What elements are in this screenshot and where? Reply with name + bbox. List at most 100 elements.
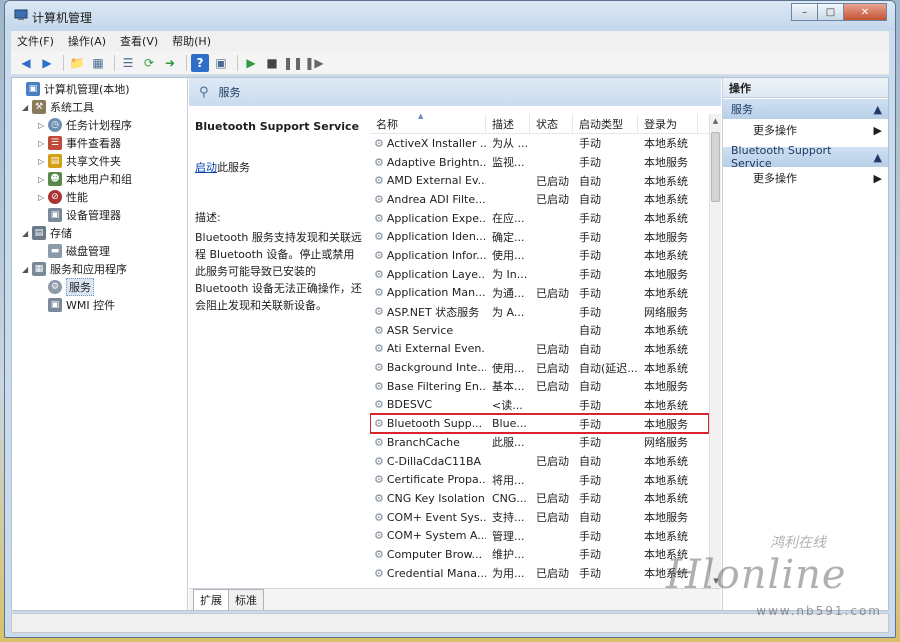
pause-icon[interactable]: ❚❚ <box>283 54 303 72</box>
tree-item-disk-management[interactable]: ▬ 磁盘管理 <box>48 242 110 260</box>
expand-arrow-icon[interactable]: ▷ <box>38 157 48 166</box>
tree-item-event-viewer[interactable]: ▷ ☰ 事件查看器 <box>38 134 121 152</box>
table-row[interactable]: ⚙ Background Inte... 使用... 已启动 自动(延迟... 本地系统 <box>370 358 709 377</box>
help-icon[interactable]: ? <box>191 53 209 72</box>
table-row[interactable]: ⚙ ASR Service 自动 本地系统 <box>370 321 709 340</box>
table-row[interactable]: ⚙ Application Laye... 为 In... 手动 本地服务 <box>370 265 709 284</box>
stop-icon[interactable]: ■ <box>263 54 281 72</box>
table-row[interactable]: ⚙ Computer Brow... 维护... 手动 本地系统 <box>370 545 709 564</box>
service-description: 使用... <box>492 249 525 263</box>
expand-arrow-icon[interactable]: ▷ <box>38 193 48 202</box>
service-name-text: Application Man... <box>386 286 486 300</box>
expand-arrow-icon[interactable]: ▷ <box>38 175 48 184</box>
table-row[interactable]: ⚙ Credential Mana... 为用... 已启动 手动 本地系统 <box>370 564 709 583</box>
collapse-triangle-icon[interactable]: ▲ <box>874 151 882 164</box>
service-name-text: Adaptive Brightn... <box>386 155 486 169</box>
tree-item-device-manager[interactable]: ▣ 设备管理器 <box>48 206 121 224</box>
forward-icon[interactable]: ▶ <box>38 54 56 72</box>
export-icon[interactable]: ➜ <box>161 54 179 72</box>
table-row[interactable]: ⚙ Application Iden... 确定... 手动 本地服务 <box>370 227 709 246</box>
minimize-button[interactable]: – <box>791 3 818 21</box>
tree-item-wmi-control[interactable]: ▣ WMI 控件 <box>48 296 115 314</box>
table-row[interactable]: ⚙ Base Filtering En... 基本... 已启动 自动 本地服务 <box>370 377 709 396</box>
gear-icon: ⚙ <box>374 136 384 150</box>
console-icon[interactable]: ▣ <box>212 54 230 72</box>
service-name-text: Application Iden... <box>386 230 486 244</box>
vertical-scrollbar[interactable]: ▲ ▼ <box>709 114 721 588</box>
refresh-icon[interactable]: ⟳ <box>140 54 158 72</box>
table-row[interactable]: ⚙ Ati External Even... 已启动 自动 本地系统 <box>370 340 709 359</box>
tree-label: 性能 <box>66 191 88 204</box>
menu-help[interactable]: 帮助(H) <box>172 33 211 49</box>
table-row[interactable]: ⚙ Application Expe... 在应... 手动 本地系统 <box>370 209 709 228</box>
up-folder-icon[interactable]: 📁 <box>68 54 86 72</box>
table-row[interactable]: ⚙ Adaptive Brightn... 监视... 手动 本地服务 <box>370 153 709 172</box>
tree-item-system-tools[interactable]: ◢ ⚒ 系统工具 <box>22 98 94 116</box>
scroll-down-arrow-icon[interactable]: ▼ <box>710 574 722 588</box>
actions-group-bluetooth[interactable]: Bluetooth Support Service ▲ <box>723 144 888 170</box>
title-bar[interactable]: 计算机管理 – □ ✕ <box>5 1 895 31</box>
tree-item-services-and-apps[interactable]: ◢ ▦ 服务和应用程序 <box>22 260 127 278</box>
start-service-link[interactable]: 启动 <box>195 161 217 174</box>
column-header-description[interactable]: 描述 <box>486 114 530 133</box>
tree-item-storage[interactable]: ◢ ▤ 存储 <box>22 224 72 242</box>
tree-item-services[interactable]: ⚙ 服务 <box>48 278 94 296</box>
tab-extended[interactable]: 扩展 <box>193 589 229 610</box>
table-row[interactable]: ⚙ ActiveX Installer ... 为从 ... 手动 本地系统 <box>370 134 709 153</box>
collapse-arrow-icon[interactable]: ◢ <box>22 229 32 238</box>
gear-icon: ⚙ <box>374 379 384 393</box>
collapse-arrow-icon[interactable]: ◢ <box>22 265 32 274</box>
menu-view[interactable]: 查看(V) <box>120 33 158 49</box>
table-row[interactable]: ⚙ BDESVC <读... 手动 本地系统 <box>370 396 709 415</box>
gear-icon: ⚙ <box>374 230 384 244</box>
collapse-arrow-icon[interactable]: ◢ <box>22 103 32 112</box>
table-row[interactable]: ⚙ BranchCache 此服... 手动 网络服务 <box>370 433 709 452</box>
table-row[interactable]: ⚙ COM+ System A... 管理... 手动 本地系统 <box>370 526 709 545</box>
scroll-thumb[interactable] <box>711 132 720 202</box>
service-logon: 本地系统 <box>644 455 688 469</box>
more-actions-bluetooth[interactable]: 更多操作 ▶ <box>723 167 888 189</box>
show-hide-tree-icon[interactable]: ▦ <box>89 54 107 72</box>
table-row[interactable]: ⚙ AMD External Ev... 已启动 自动 本地系统 <box>370 171 709 190</box>
table-row-selected[interactable]: ⚙ Bluetooth Supp... Blue... 手动 本地服务 <box>370 413 709 434</box>
menu-action[interactable]: 操作(A) <box>68 33 106 49</box>
tree-item-local-users[interactable]: ▷ ☻ 本地用户和组 <box>38 170 132 188</box>
properties-icon[interactable]: ☰ <box>119 54 137 72</box>
close-button[interactable]: ✕ <box>843 3 887 21</box>
service-status: 已启动 <box>536 511 569 525</box>
table-row[interactable]: ⚙ COM+ Event Sys... 支持... 已启动 自动 本地服务 <box>370 508 709 527</box>
expand-arrow-icon[interactable]: ▷ <box>38 139 48 148</box>
table-row[interactable]: ⚙ Application Man... 为通... 已启动 手动 本地系统 <box>370 284 709 303</box>
table-row[interactable]: ⚙ C-DillaCdaC11BA 已启动 自动 本地系统 <box>370 452 709 471</box>
table-row[interactable]: ⚙ ASP.NET 状态服务为 A... 手动 网络服务 <box>370 302 709 321</box>
table-row[interactable]: ⚙ Application Infor... 使用... 手动 本地系统 <box>370 246 709 265</box>
table-row[interactable]: ⚙ Andrea ADI Filte... 已启动 自动 本地系统 <box>370 190 709 209</box>
service-name: ⚙ Application Expe... <box>370 212 486 225</box>
tree-item-shared-folders[interactable]: ▷ ▤ 共享文件夹 <box>38 152 121 170</box>
menu-file[interactable]: 文件(F) <box>17 33 54 49</box>
scroll-up-arrow-icon[interactable]: ▲ <box>710 114 721 128</box>
tab-standard[interactable]: 标准 <box>228 589 264 610</box>
column-header-status[interactable]: 状态 <box>530 114 573 133</box>
computer-management-icon <box>14 9 28 20</box>
service-name-text: BranchCache <box>386 435 460 449</box>
back-icon[interactable]: ◀ <box>17 54 35 72</box>
service-name: ⚙ AMD External Ev... <box>370 174 486 187</box>
tree-item-computer-management[interactable]: ▣ 计算机管理(本地) <box>16 80 130 98</box>
more-actions-services[interactable]: 更多操作 ▶ <box>723 119 888 141</box>
tree-item-task-scheduler[interactable]: ▷ ◷ 任务计划程序 <box>38 116 132 134</box>
column-header-startup-type[interactable]: 启动类型 <box>573 114 638 133</box>
maximize-button[interactable]: □ <box>817 3 844 21</box>
tree-item-performance[interactable]: ▷ ⊘ 性能 <box>38 188 88 206</box>
table-row[interactable]: ⚙ Certificate Propa... 将用... 手动 本地系统 <box>370 470 709 489</box>
view-tabs: 扩展 标准 <box>189 588 721 610</box>
collapse-triangle-icon[interactable]: ▲ <box>874 103 882 116</box>
play-icon[interactable]: ▶ <box>242 54 260 72</box>
restart-icon[interactable]: ❚▶ <box>304 54 323 72</box>
column-header-logon-as[interactable]: 登录为 <box>638 114 698 133</box>
expand-arrow-icon[interactable]: ▷ <box>38 121 48 130</box>
column-header-name[interactable]: ▲ 名称 <box>370 114 486 133</box>
actions-group-services[interactable]: 服务 ▲ <box>723 99 888 119</box>
gear-icon: ⚙ <box>374 342 384 356</box>
table-row[interactable]: ⚙ CNG Key Isolation CNG... 已启动 手动 本地系统 <box>370 489 709 508</box>
